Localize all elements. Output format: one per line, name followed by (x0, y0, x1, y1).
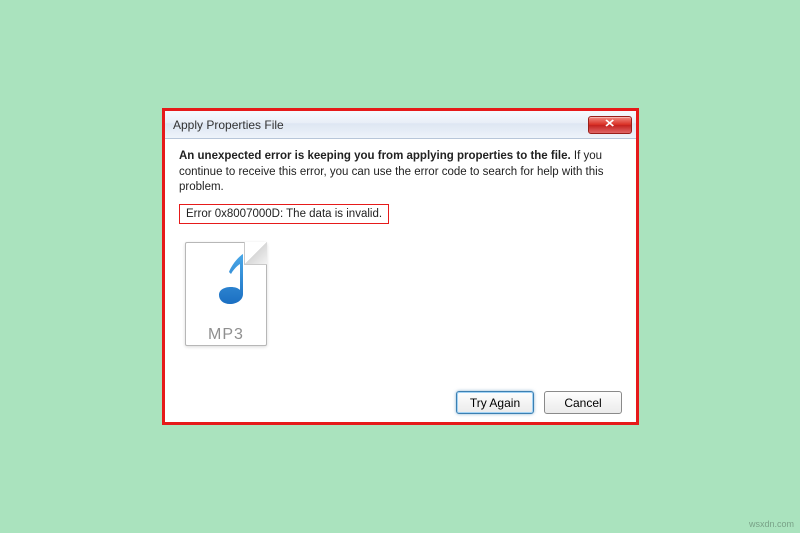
cancel-button[interactable]: Cancel (544, 391, 622, 414)
error-message: An unexpected error is keeping you from … (179, 149, 622, 196)
mp3-label: MP3 (185, 326, 267, 344)
screenshot-frame: Apply Properties File ✕ An unexpected er… (162, 108, 639, 425)
mp3-file-icon: MP3 (185, 242, 273, 350)
button-row: Try Again Cancel (179, 383, 622, 414)
file-icon-area: MP3 (185, 242, 622, 350)
window-title: Apply Properties File (173, 118, 588, 132)
close-icon: ✕ (604, 119, 615, 130)
error-message-bold: An unexpected error is keeping you from … (179, 150, 571, 162)
close-button[interactable]: ✕ (588, 116, 632, 134)
dialog-content: An unexpected error is keeping you from … (165, 139, 636, 422)
watermark: wsxdn.com (749, 519, 794, 529)
music-note-icon (205, 250, 259, 314)
try-again-button[interactable]: Try Again (456, 391, 534, 414)
titlebar[interactable]: Apply Properties File ✕ (165, 111, 636, 139)
apply-properties-dialog: Apply Properties File ✕ An unexpected er… (165, 111, 636, 422)
error-code-line: Error 0x8007000D: The data is invalid. (179, 204, 389, 224)
